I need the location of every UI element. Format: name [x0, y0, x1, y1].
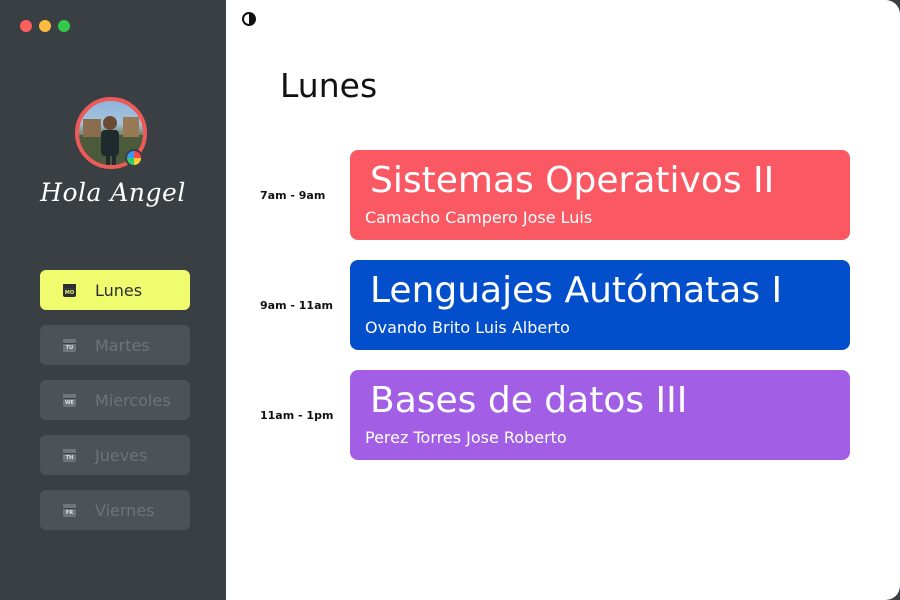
minimize-window-button[interactable] [39, 20, 51, 32]
greeting: Hola Angel [40, 178, 186, 207]
maximize-window-button[interactable] [58, 20, 70, 32]
class-subject: Lenguajes Autómatas I [370, 270, 783, 311]
app-window: Hola Angel MO Lunes TU Martes WE Miercol… [0, 0, 900, 600]
sidebar-item-martes[interactable]: TU Martes [40, 325, 190, 365]
calendar-icon: TU [63, 338, 76, 352]
sidebar-item-label: Miercoles [95, 390, 171, 410]
schedule-slot: 7am - 9am Sistemas Operativos II Camacho… [226, 150, 900, 240]
class-card[interactable]: Bases de datos III Perez Torres Jose Rob… [350, 370, 850, 460]
avatar[interactable] [75, 97, 147, 169]
sidebar-item-label: Jueves [95, 445, 148, 465]
calendar-icon: TH [63, 448, 76, 462]
calendar-icon: FR [63, 503, 76, 517]
sidebar-item-label: Viernes [95, 500, 155, 520]
slot-time: 7am - 9am [260, 188, 326, 202]
class-subject: Sistemas Operativos II [370, 160, 775, 201]
slot-time: 11am - 1pm [260, 408, 334, 422]
schedule-slot: 11am - 1pm Bases de datos III Perez Torr… [226, 370, 900, 460]
sidebar-item-lunes[interactable]: MO Lunes [40, 270, 190, 310]
slot-time: 9am - 11am [260, 298, 333, 312]
sidebar-item-viernes[interactable]: FR Viernes [40, 490, 190, 530]
class-teacher: Perez Torres Jose Roberto [365, 428, 567, 447]
close-window-button[interactable] [20, 20, 32, 32]
day-nav: MO Lunes TU Martes WE Miercoles TH Jueve… [40, 270, 190, 545]
schedule-slot: 9am - 11am Lenguajes Autómatas I Ovando … [226, 260, 900, 350]
color-wheel-badge-icon [125, 149, 143, 167]
sidebar-item-label: Lunes [95, 280, 143, 300]
class-teacher: Ovando Brito Luis Alberto [365, 318, 570, 337]
class-teacher: Camacho Campero Jose Luis [365, 208, 593, 227]
page-title: Lunes [280, 66, 378, 105]
sidebar-item-jueves[interactable]: TH Jueves [40, 435, 190, 475]
theme-toggle-icon[interactable] [242, 12, 256, 26]
calendar-icon: MO [63, 283, 76, 297]
class-card[interactable]: Sistemas Operativos II Camacho Campero J… [350, 150, 850, 240]
class-card[interactable]: Lenguajes Autómatas I Ovando Brito Luis … [350, 260, 850, 350]
calendar-icon: WE [63, 393, 76, 407]
sidebar: Hola Angel MO Lunes TU Martes WE Miercol… [0, 0, 226, 600]
sidebar-item-label: Martes [95, 335, 150, 355]
sidebar-item-miercoles[interactable]: WE Miercoles [40, 380, 190, 420]
window-controls [20, 20, 70, 32]
class-subject: Bases de datos III [370, 380, 688, 421]
schedule-panel: Lunes 7am - 9am Sistemas Operativos II C… [226, 0, 900, 600]
